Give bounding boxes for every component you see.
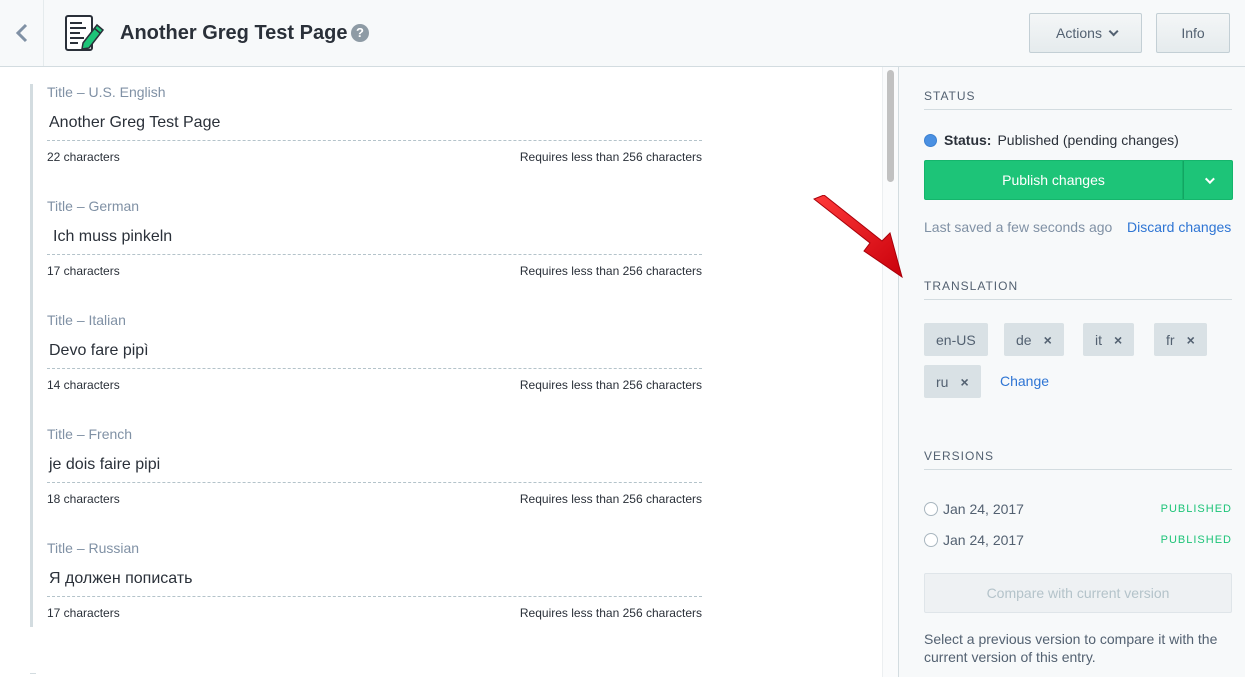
char-count: 22 characters <box>47 150 120 164</box>
back-button[interactable] <box>0 0 44 66</box>
char-count: 18 characters <box>47 492 120 506</box>
char-requirement: Requires less than 256 characters <box>519 492 702 506</box>
version-item[interactable]: Jan 24, 2017 PUBLISHED <box>924 531 1232 549</box>
compare-hint: Select a previous version to compare it … <box>924 631 1218 665</box>
locale-tag-fr: fr × <box>1154 323 1207 356</box>
status-heading: STATUS <box>924 89 1232 110</box>
char-count: 17 characters <box>47 264 120 278</box>
close-icon[interactable]: × <box>1187 332 1195 348</box>
chevron-down-icon <box>1204 173 1215 184</box>
compare-versions-button[interactable]: Compare with current version <box>924 573 1232 613</box>
version-radio[interactable] <box>924 533 938 547</box>
chevron-down-icon <box>1108 25 1119 36</box>
info-button[interactable]: Info <box>1156 13 1230 53</box>
translation-heading: TRANSLATION <box>924 279 1232 300</box>
char-count: 17 characters <box>47 606 120 620</box>
char-requirement: Requires less than 256 characters <box>519 264 702 278</box>
close-icon[interactable]: × <box>1044 332 1052 348</box>
field-underline <box>47 482 702 483</box>
char-requirement: Requires less than 256 characters <box>519 606 702 620</box>
locale-tag-it: it × <box>1083 323 1135 356</box>
status-value: Published (pending changes) <box>997 132 1179 148</box>
field-underline <box>47 368 702 369</box>
field-label: Title – U.S. English <box>47 84 166 100</box>
top-bar: Another Greg Test Page ? Actions Info <box>0 0 1245 67</box>
actions-button[interactable]: Actions <box>1029 13 1142 53</box>
status-row: Status: Published (pending changes) <box>924 132 1179 148</box>
locale-tag-de: de × <box>1004 323 1064 356</box>
publish-changes-button[interactable]: Publish changes <box>924 160 1183 200</box>
entry-document-icon <box>65 15 105 51</box>
field-underline <box>47 140 702 141</box>
field-label: Title – Russian <box>47 540 140 556</box>
status-key: Status: <box>944 132 992 148</box>
locale-label: de <box>1016 331 1032 348</box>
divider <box>30 673 36 674</box>
field-label: Title – French <box>47 426 133 442</box>
version-status-badge: PUBLISHED <box>1160 503 1232 515</box>
close-icon[interactable]: × <box>960 374 968 390</box>
char-count: 14 characters <box>47 378 120 392</box>
field-label: Title – Italian <box>47 312 126 328</box>
question-icon[interactable]: ? <box>351 24 369 42</box>
version-status-badge: PUBLISHED <box>1160 534 1232 546</box>
title-input-fr[interactable]: je dois faire pipi <box>49 456 160 474</box>
scrollbar-thumb[interactable] <box>887 70 894 182</box>
locale-tag-ru: ru × <box>924 365 981 398</box>
actions-label: Actions <box>1056 25 1102 41</box>
version-item[interactable]: Jan 24, 2017 PUBLISHED <box>924 500 1232 518</box>
title-field-group: Title – U.S. English Another Greg Test P… <box>30 84 710 627</box>
chevron-left-icon <box>15 23 27 43</box>
title-input-en[interactable]: Another Greg Test Page <box>49 114 220 132</box>
last-saved-text: Last saved a few seconds ago <box>924 219 1113 235</box>
version-radio[interactable] <box>924 502 938 516</box>
locale-label: en-US <box>936 331 976 348</box>
page-title: Another Greg Test Page <box>120 22 348 44</box>
locale-label: fr <box>1166 331 1175 348</box>
title-input-de[interactable]: Ich muss pinkeln <box>53 228 172 246</box>
version-date: Jan 24, 2017 <box>943 532 1024 548</box>
field-underline <box>47 254 702 255</box>
title-input-ru[interactable]: Я должен пописать <box>49 570 192 588</box>
versions-heading: VERSIONS <box>924 449 1232 470</box>
version-date: Jan 24, 2017 <box>943 501 1024 517</box>
entry-editor: Title – U.S. English Another Greg Test P… <box>0 67 882 677</box>
char-requirement: Requires less than 256 characters <box>519 378 702 392</box>
change-locales-link[interactable]: Change <box>1000 373 1049 389</box>
field-underline <box>47 596 702 597</box>
field-label: Title – German <box>47 198 140 214</box>
editor-scrollbar[interactable] <box>882 67 898 677</box>
locale-tag-en-us: en-US <box>924 323 988 356</box>
char-requirement: Requires less than 256 characters <box>519 150 702 164</box>
publish-options-button[interactable] <box>1183 160 1233 200</box>
publish-control: Publish changes <box>924 160 1233 200</box>
title-input-it[interactable]: Devo fare pipì <box>49 342 149 360</box>
discard-changes-link[interactable]: Discard changes <box>1127 219 1231 235</box>
locale-label: ru <box>936 373 949 390</box>
entry-sidebar: STATUS Status: Published (pending change… <box>898 67 1245 677</box>
status-dot-icon <box>924 133 937 147</box>
close-icon[interactable]: × <box>1114 332 1122 348</box>
locale-label: it <box>1095 331 1102 348</box>
